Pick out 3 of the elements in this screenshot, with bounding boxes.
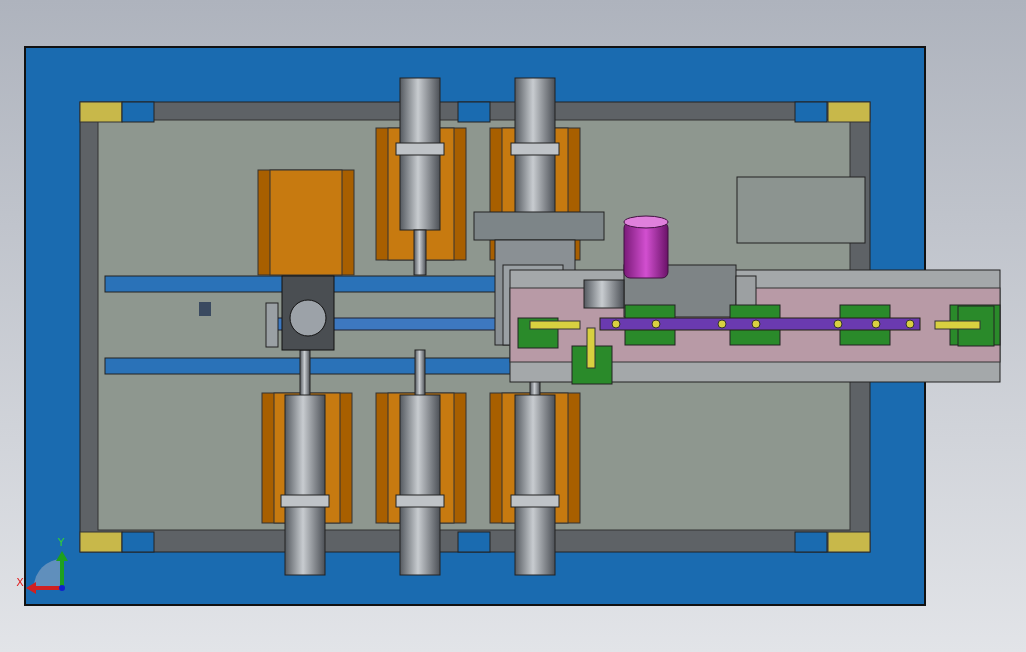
axis-triad-icon [26,551,68,594]
y-axis-label: Y [57,536,65,549]
x-axis-label: X [16,576,24,589]
